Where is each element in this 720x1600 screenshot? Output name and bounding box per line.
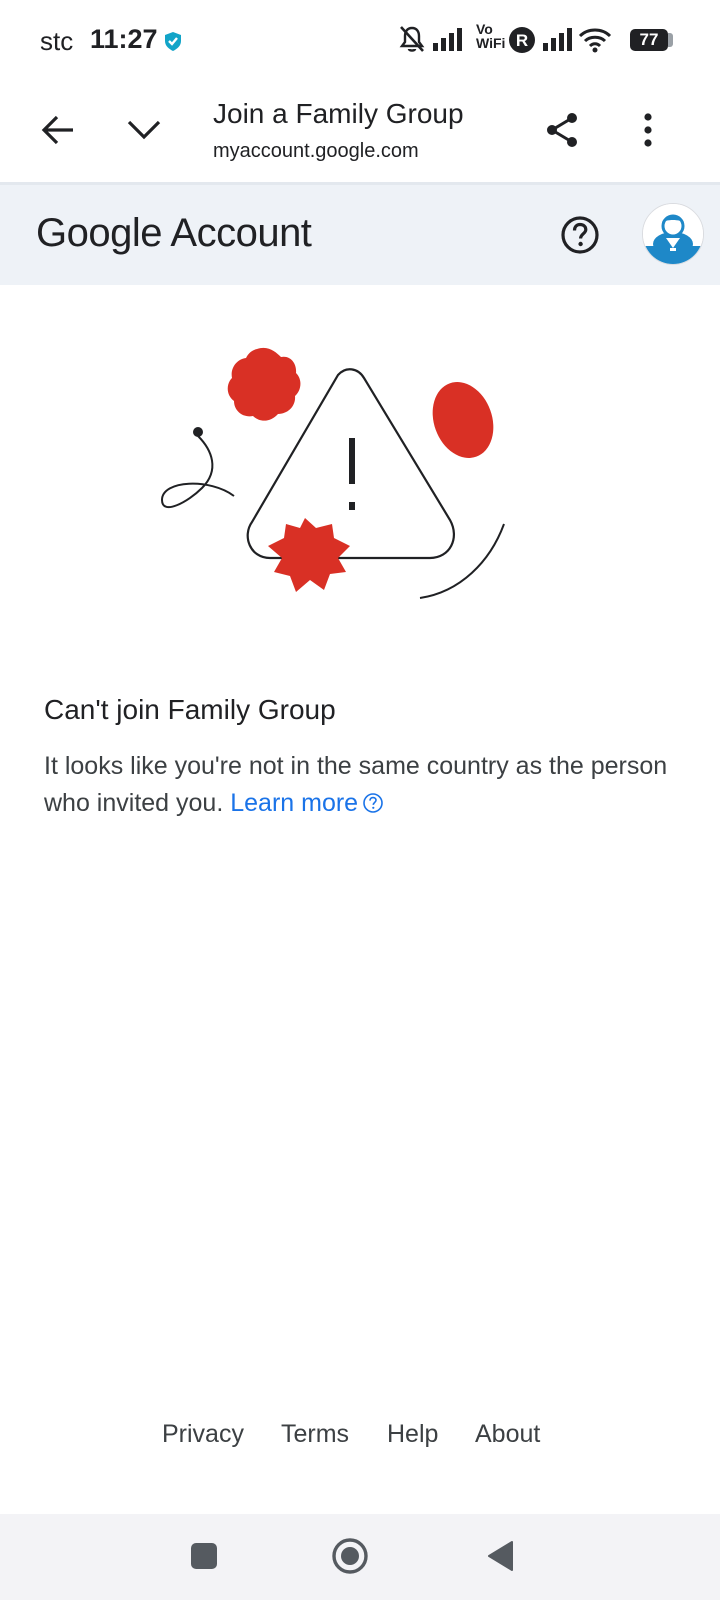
help-circle-icon (363, 793, 383, 813)
error-title: Can't join Family Group (44, 694, 336, 725)
red-flower-shape (227, 347, 301, 421)
vowifi-line1: Vo (476, 21, 493, 37)
carrier-label: stc (40, 26, 74, 56)
share-icon (547, 113, 577, 147)
help-icon[interactable] (558, 213, 602, 257)
vowifi-indicator: Vo WiFi (476, 22, 505, 50)
roaming-icon: R (509, 27, 535, 53)
arrow-left-icon (41, 115, 73, 145)
about-link[interactable]: About (475, 1420, 540, 1449)
roaming-letter: R (516, 31, 528, 50)
recents-button[interactable] (180, 1532, 228, 1580)
error-message: It looks like you're not in the same cou… (44, 748, 684, 822)
more-vert-icon (644, 113, 652, 147)
warning-illustration (160, 347, 505, 599)
system-nav-bar (0, 1514, 720, 1600)
more-options-button[interactable] (624, 106, 672, 154)
square-icon (191, 1543, 217, 1569)
share-button[interactable] (538, 106, 586, 154)
vowifi-line2: WiFi (476, 35, 506, 51)
battery-indicator: 77 (630, 29, 668, 51)
terms-link[interactable]: Terms (281, 1420, 349, 1449)
shield-icon (165, 32, 181, 51)
red-oval-shape (432, 382, 494, 458)
profile-avatar-icon (643, 204, 703, 264)
page-title: Join a Family Group (213, 98, 464, 129)
privacy-link[interactable]: Privacy (162, 1420, 244, 1449)
brand-account: Account (170, 211, 312, 255)
back-button[interactable] (34, 106, 82, 154)
wifi-icon (578, 28, 612, 53)
muted-bell-icon (399, 26, 425, 52)
screen: stc 11:27 Vo WiFi R 77 Join a Family Gro… (0, 0, 720, 1600)
home-button[interactable] (326, 1532, 374, 1580)
battery-nub (668, 33, 673, 47)
status-bar: stc 11:27 Vo WiFi R 77 (0, 0, 720, 80)
collapse-button[interactable] (120, 106, 168, 154)
brand-google: Google (36, 211, 162, 255)
avatar[interactable] (642, 203, 704, 265)
home-circle-icon (332, 1538, 368, 1574)
google-account-logo[interactable]: Google Account (36, 211, 312, 256)
page-url: myaccount.google.com (213, 140, 419, 162)
signal-icon (433, 28, 462, 51)
back-nav-button[interactable] (476, 1532, 524, 1580)
browser-toolbar: Join a Family Group myaccount.google.com (0, 80, 720, 182)
chevron-down-icon (127, 120, 161, 140)
footer: Privacy Terms Help About (0, 1420, 720, 1460)
red-star-shape (268, 518, 350, 592)
learn-more-label: Learn more (230, 789, 359, 817)
learn-more-link[interactable]: Learn more (230, 789, 384, 817)
triangle-back-icon (488, 1541, 513, 1571)
clock: 11:27 (90, 24, 158, 54)
help-link[interactable]: Help (387, 1420, 438, 1449)
account-header: Google Account (0, 185, 720, 285)
signal-icon (543, 28, 572, 51)
